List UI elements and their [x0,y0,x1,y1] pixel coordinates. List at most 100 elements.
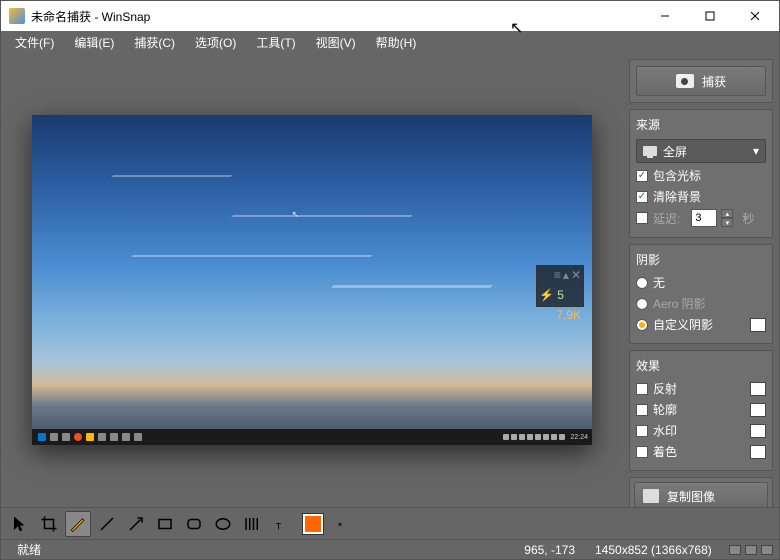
effect-reflection-checkbox[interactable] [636,383,648,395]
shadow-custom-radio[interactable] [636,319,648,331]
tray1-icon [503,434,509,440]
tool-highlighter[interactable] [65,511,91,537]
tool-rounded-rect[interactable] [181,511,207,537]
effect-tint-row[interactable]: 着色 [636,443,766,460]
status-icon-1[interactable] [729,545,741,555]
shadow-color-swatch[interactable] [750,318,766,332]
titlebar: 未命名捕获 - WinSnap [1,1,779,31]
tool-arrow[interactable] [123,511,149,537]
delay-spinner-arrows[interactable]: ▴▾ [721,209,733,227]
captured-image[interactable]: ↖ ≡▴✕ ⚡ 5 7.9K [32,115,592,445]
shadow-none-radio[interactable] [636,277,648,289]
menu-options[interactable]: 选项(O) [185,31,246,54]
shadow-group: 阴影 无 Aero 阴影 自定义阴影 [629,244,773,344]
clear-background-row[interactable]: 清除背景 [636,188,766,205]
taskbar-clock: 22:24 [570,434,588,441]
monitor-icon [643,146,657,156]
captured-taskbar: 22:24 [32,429,592,445]
effect-tint-swatch[interactable] [750,445,766,459]
source-select[interactable]: 全屏 ▾ [636,139,766,163]
copy-icon [643,489,659,503]
effect-outline-swatch[interactable] [750,403,766,417]
copy-image-label: 复制图像 [667,488,715,505]
tool-ellipse[interactable] [210,511,236,537]
effect-tint-checkbox[interactable] [636,446,648,458]
tray8-icon [559,434,565,440]
source-group: 来源 全屏 ▾ 包含光标 清除背景 延迟: 3 [629,109,773,238]
effect-watermark-row[interactable]: 水印 [636,422,766,439]
actions-group: 复制图像 [629,477,773,507]
delay-spinner[interactable]: 3 [691,209,717,227]
shadow-aero-radio [636,298,648,310]
effect-reflection-row[interactable]: 反射 [636,380,766,397]
shadow-aero-label: Aero 阴影 [653,295,706,312]
shadow-none-row[interactable]: 无 [636,274,766,291]
menu-view[interactable]: 视图(V) [306,31,366,54]
include-cursor-row[interactable]: 包含光标 [636,167,766,184]
app-window: ↖ 未命名捕获 - WinSnap 文件(F) 编辑(E) 捕获(C) 选项(O… [0,0,780,560]
tool-toolbar: T ▪ [1,507,779,539]
tool-rectangle[interactable] [152,511,178,537]
tool-line[interactable] [94,511,120,537]
close-button[interactable] [732,2,777,30]
delay-row[interactable]: 延迟: 3 ▴▾ 秒 [636,209,766,227]
copy-image-button[interactable]: 复制图像 [634,482,768,507]
menu-tools[interactable]: 工具(T) [246,31,305,54]
capture-button[interactable]: 捕获 [636,66,766,96]
tool-more[interactable]: ▪ [330,514,350,534]
effect-outline-label: 轮廓 [653,401,677,418]
effect-watermark-checkbox[interactable] [636,425,648,437]
effect-outline-row[interactable]: 轮廓 [636,401,766,418]
shadow-aero-row: Aero 阴影 [636,295,766,312]
menubar: 文件(F) 编辑(E) 捕获(C) 选项(O) 工具(T) 视图(V) 帮助(H… [1,31,779,53]
effect-reflection-swatch[interactable] [750,382,766,396]
right-panel: 捕获 来源 全屏 ▾ 包含光标 清除背景 [623,53,779,507]
clear-background-checkbox[interactable] [636,191,648,203]
effects-title: 效果 [636,357,766,374]
menu-edit[interactable]: 编辑(E) [64,31,124,54]
tool-text[interactable]: T [268,511,294,537]
taskview-icon [62,433,70,441]
tray5-icon [535,434,541,440]
minimize-button[interactable] [642,2,687,30]
maximize-button[interactable] [687,2,732,30]
effect-reflection-label: 反射 [653,380,677,397]
tool-color-picker[interactable] [303,514,323,534]
canvas-area[interactable]: ↖ ≡▴✕ ⚡ 5 7.9K [1,53,623,507]
source-select-label: 全屏 [663,143,687,160]
tool-blur[interactable] [239,511,265,537]
shadow-title: 阴影 [636,251,766,268]
shadow-custom-row[interactable]: 自定义阴影 [636,316,766,333]
body: ↖ ≡▴✕ ⚡ 5 7.9K [1,53,779,507]
status-ready: 就绪 [7,541,51,558]
shadow-none-label: 无 [653,274,665,291]
tool-crop[interactable] [36,511,62,537]
delay-checkbox[interactable] [636,212,648,224]
status-icon-3[interactable] [761,545,773,555]
inner-cursor-icon: ↖ [292,210,296,216]
status-dims: 1450x852 (1366x768) [585,543,725,557]
menu-file[interactable]: 文件(F) [5,31,64,54]
include-cursor-checkbox[interactable] [636,170,648,182]
delay-label: 延迟: [653,210,680,227]
chevron-down-icon: ▾ [753,144,759,158]
tray3-icon [519,434,525,440]
start-icon [38,433,46,441]
tool-pointer[interactable] [7,511,33,537]
effect-outline-checkbox[interactable] [636,404,648,416]
menu-capture[interactable]: 捕获(C) [124,31,185,54]
delay-unit: 秒 [742,210,754,227]
menu-help[interactable]: 帮助(H) [366,31,427,54]
capture-button-label: 捕获 [702,73,726,90]
tray7-icon [551,434,557,440]
effect-watermark-swatch[interactable] [750,424,766,438]
effects-group: 效果 反射 轮廓 水印 着色 [629,350,773,471]
clear-background-label: 清除背景 [653,188,701,205]
shadow-custom-label: 自定义阴影 [653,316,713,333]
app3-icon [122,433,130,441]
status-icon-2[interactable] [745,545,757,555]
effect-watermark-label: 水印 [653,422,677,439]
svg-text:T: T [276,521,282,531]
include-cursor-label: 包含光标 [653,167,701,184]
tray4-icon [527,434,533,440]
